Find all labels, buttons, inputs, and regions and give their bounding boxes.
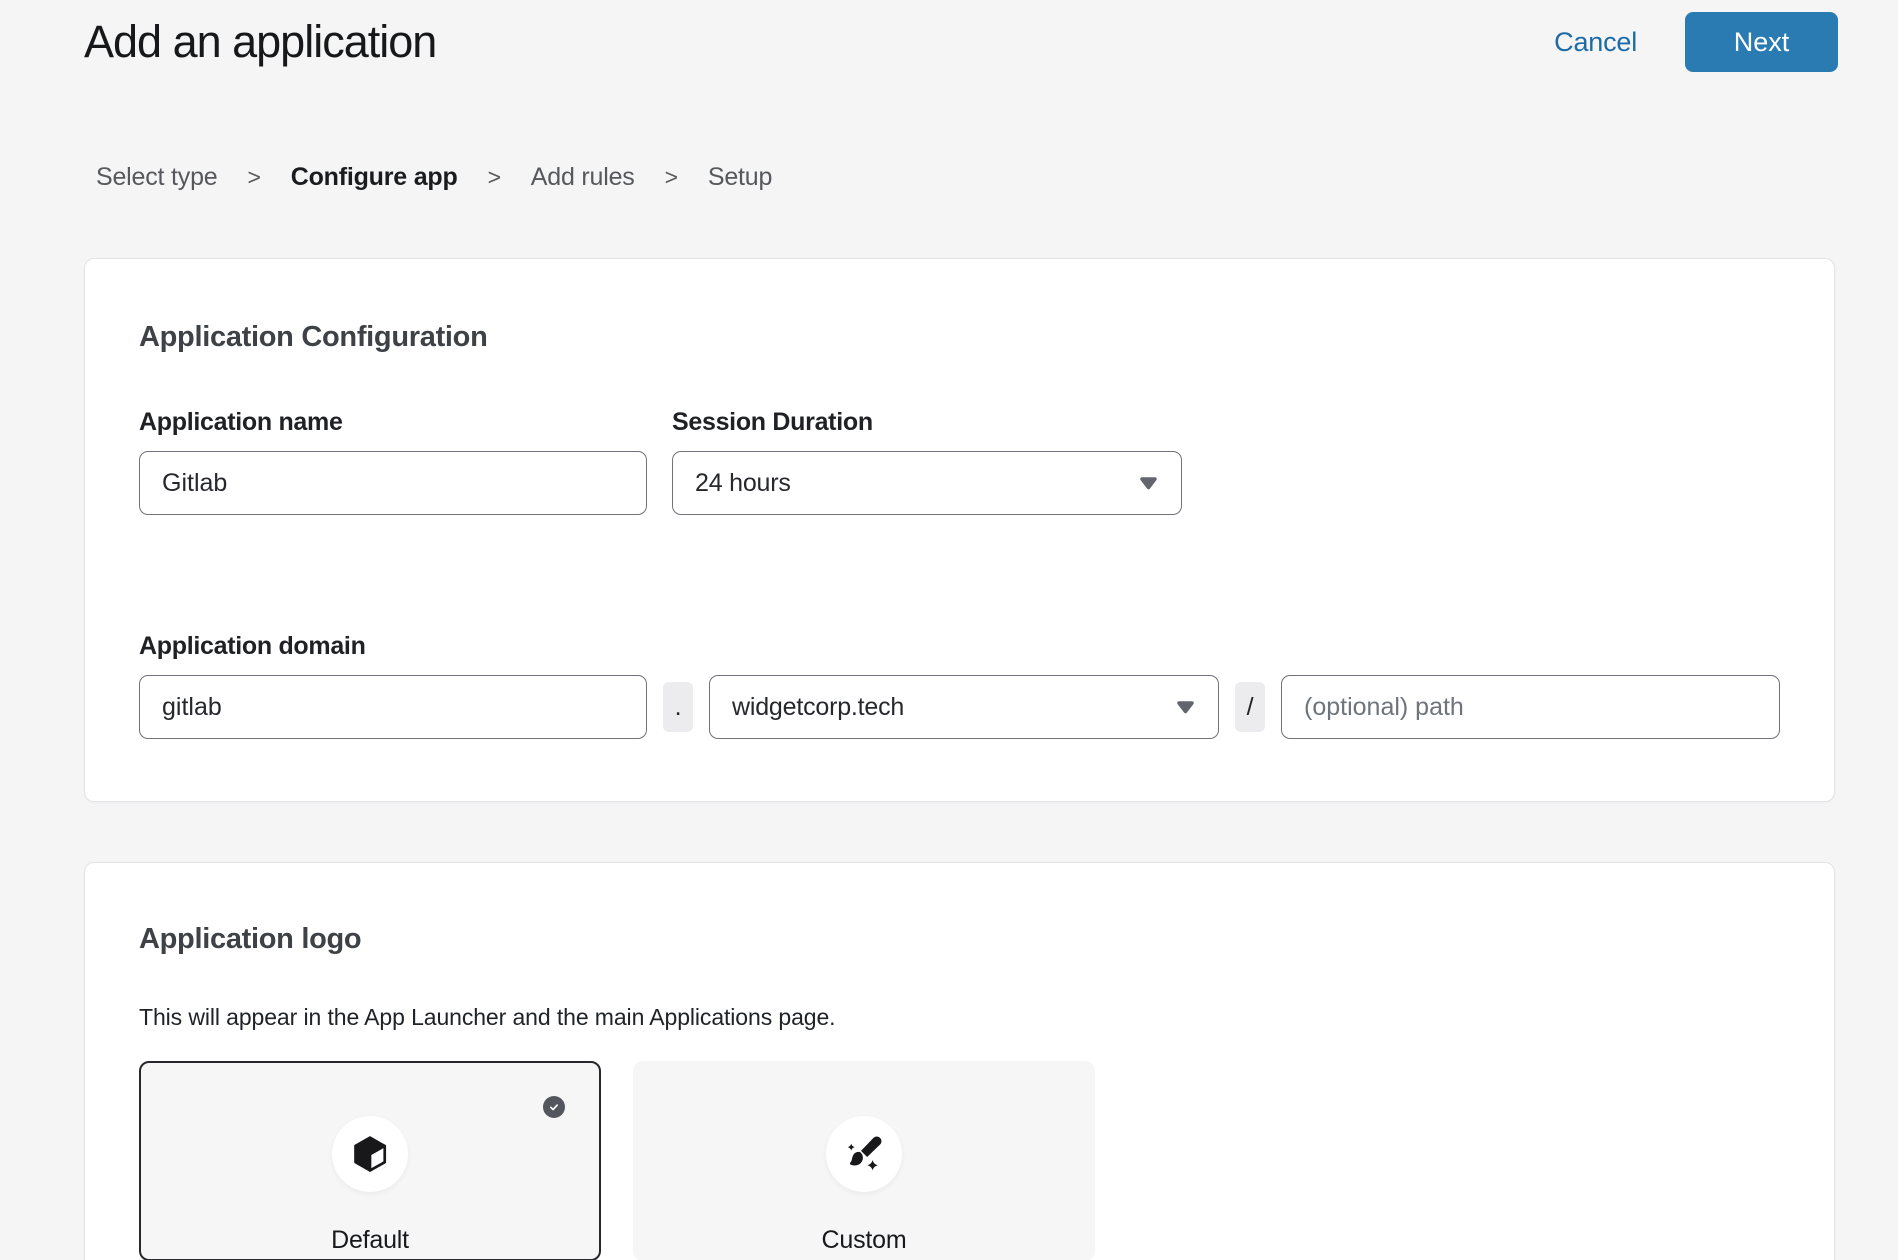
logo-options: Default Custom: [139, 1061, 1780, 1260]
domain-select-value: widgetcorp.tech: [732, 693, 904, 722]
config-card-title: Application Configuration: [139, 319, 1780, 355]
application-domain-field-group: Application domain . widgetcorp.tech /: [139, 631, 1780, 739]
breadcrumb-separator: >: [488, 160, 501, 194]
domain-select[interactable]: widgetcorp.tech: [709, 675, 1219, 739]
logo-option-label: Custom: [822, 1224, 907, 1256]
subdomain-input[interactable]: [139, 675, 647, 739]
logo-card-title: Application logo: [139, 921, 1780, 957]
custom-logo-circle: [826, 1116, 902, 1192]
application-name-label: Application name: [139, 407, 647, 437]
logo-option-default[interactable]: Default: [139, 1061, 601, 1260]
application-domain-label: Application domain: [139, 631, 1780, 661]
path-input[interactable]: [1281, 675, 1780, 739]
application-name-field-group: Application name: [139, 407, 647, 515]
logo-option-label: Default: [331, 1224, 409, 1256]
cancel-button[interactable]: Cancel: [1554, 27, 1637, 58]
next-button[interactable]: Next: [1685, 12, 1838, 72]
add-application-page: Add an application Cancel Next Select ty…: [0, 0, 1898, 1260]
slash-separator: /: [1235, 682, 1265, 732]
page-title: Add an application: [84, 12, 436, 72]
cube-icon: [351, 1133, 389, 1175]
page-header: Add an application Cancel Next: [0, 0, 1898, 72]
name-session-row: Application name Session Duration 24 hou…: [139, 407, 1780, 515]
header-actions: Cancel Next: [1554, 12, 1838, 72]
application-logo-card: Application logo This will appear in the…: [84, 862, 1835, 1260]
selected-check-icon: [543, 1096, 565, 1118]
breadcrumb: Select type > Configure app > Add rules …: [96, 160, 1898, 194]
breadcrumb-separator: >: [247, 160, 260, 194]
default-logo-circle: [332, 1116, 408, 1192]
session-duration-value: 24 hours: [695, 469, 791, 498]
dot-separator: .: [663, 682, 693, 732]
session-duration-field-group: Session Duration 24 hours: [672, 407, 1182, 515]
chevron-down-icon: [1138, 476, 1159, 490]
chevron-down-icon: [1175, 700, 1196, 714]
logo-option-custom[interactable]: Custom: [633, 1061, 1095, 1260]
session-duration-label: Session Duration: [672, 407, 1182, 437]
application-name-input[interactable]: [139, 451, 647, 515]
breadcrumb-step-select-type[interactable]: Select type: [96, 160, 217, 194]
breadcrumb-step-add-rules[interactable]: Add rules: [531, 160, 635, 194]
breadcrumb-separator: >: [665, 160, 678, 194]
application-configuration-card: Application Configuration Application na…: [84, 258, 1835, 802]
breadcrumb-step-configure-app[interactable]: Configure app: [291, 160, 458, 194]
page-content: Application Configuration Application na…: [84, 258, 1835, 1260]
logo-card-description: This will appear in the App Launcher and…: [139, 1001, 1780, 1033]
breadcrumb-step-setup[interactable]: Setup: [708, 160, 772, 194]
session-duration-select[interactable]: 24 hours: [672, 451, 1182, 515]
application-domain-row: . widgetcorp.tech /: [139, 675, 1780, 739]
paintbrush-icon: [843, 1133, 885, 1175]
